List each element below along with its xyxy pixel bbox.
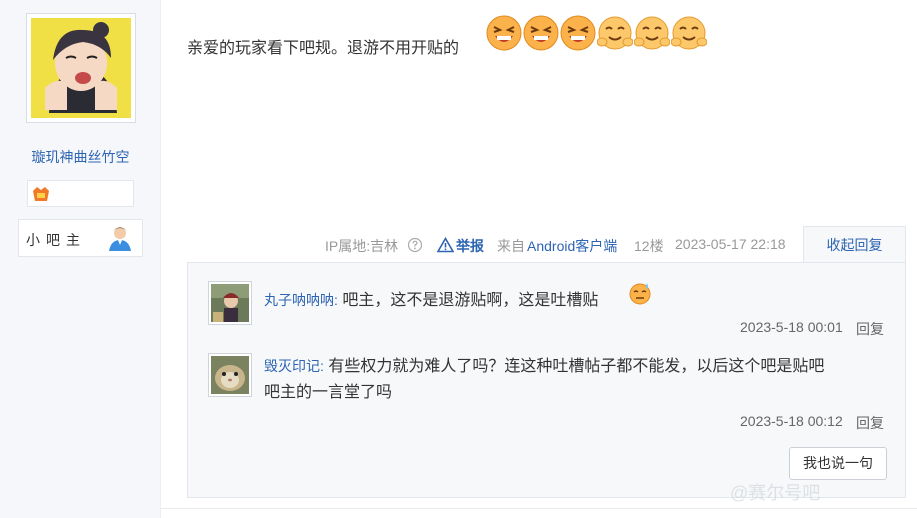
client-link[interactable]: Android客户端 [527,236,617,256]
avatar-image [31,18,131,118]
comment-reply-link[interactable]: 回复 [856,319,884,339]
comment-text-line1: 有些权力就为难人了吗？连这种吐槽帖子都不能发，以后这个吧是贴吧 [328,358,825,375]
watermark: @赛尔号吧 [730,483,821,503]
comment-body: 丸子呐呐呐: 吧主，这不是退游贴啊，这是吐槽贴 [264,287,598,314]
game-level-icon [33,187,49,201]
warning-icon[interactable] [437,237,454,253]
author-sidebar: 璇玑神曲丝竹空 小吧主 [0,0,161,518]
author-name[interactable]: 璇玑神曲丝竹空 [0,147,161,167]
post-content: 亲爱的玩家看下吧规。退游不用开贴的 [187,40,460,57]
post-datetime: 2023-05-17 22:18 [675,236,786,252]
post-meta: IP属地:吉林 举报 来自 Android客户端 12楼 2023-05-17 … [0,236,917,254]
commenter-avatar[interactable] [208,353,252,397]
comment-username[interactable]: 毁灭印记: [264,358,324,374]
grin-emoji-icon [560,15,596,51]
floor-number: 12楼 [634,238,664,254]
avatar-image [211,284,249,322]
comment-username[interactable]: 丸子呐呐呐: [264,292,338,308]
add-comment-button[interactable]: 我也说一句 [789,447,887,480]
comment-time: 2023-5-18 00:12 [740,413,843,429]
level-badge [27,180,134,207]
emoji-row [486,12,707,54]
comment-reply-link[interactable]: 回复 [856,413,884,433]
comment-text: 吧主，这不是退游贴啊，这是吐槽贴 [342,292,599,309]
divider [161,508,917,509]
sweat-emoji-icon [629,283,651,305]
collapse-replies-button[interactable]: 收起回复 [803,226,906,263]
report-link[interactable]: 举报 [456,236,484,256]
blush-emoji-icon [634,16,670,50]
comment-panel: 丸子呐呐呐: 吧主，这不是退游贴啊，这是吐槽贴 2023-5-18 00:01 … [187,262,906,498]
blush-emoji-icon [671,16,707,50]
ip-location: IP属地:吉林 [325,238,399,254]
blush-emoji-icon [597,16,633,50]
source-prefix: 来自 [497,238,525,254]
comment-body: 毁灭印记: 有些权力就为难人了吗？连这种吐槽帖子都不能发，以后这个吧是贴吧 吧主… [264,353,894,406]
avatar-image [211,356,249,394]
grin-emoji-icon [523,15,559,51]
commenter-avatar[interactable] [208,281,252,325]
comment-time: 2023-5-18 00:01 [740,319,843,335]
help-icon[interactable] [407,237,423,253]
grin-emoji-icon [486,15,522,51]
author-avatar[interactable] [26,13,136,123]
comment-text-line2: 吧主的一言堂了吗 [264,384,393,401]
